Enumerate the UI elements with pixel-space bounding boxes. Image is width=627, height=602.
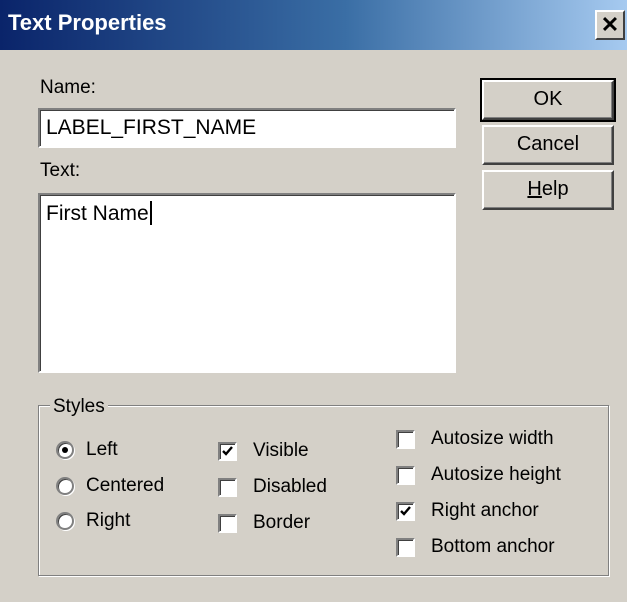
radio-centered[interactable]: Centered — [56, 475, 164, 497]
checkbox-border-label: Border — [253, 512, 311, 533]
checkmark-icon — [400, 505, 411, 516]
checkbox-autosize-width[interactable]: Autosize width — [396, 428, 554, 450]
checkbox-bottom-anchor-box — [396, 537, 415, 557]
ok-button[interactable]: OK — [480, 78, 616, 122]
radio-centered-indicator — [56, 477, 74, 495]
cancel-button-label: Cancel — [516, 133, 580, 155]
radio-left[interactable]: Left — [56, 439, 118, 461]
radio-right-label: Right — [86, 510, 131, 531]
checkbox-autosize-height-box — [396, 465, 415, 485]
checkbox-right-anchor-label: Right anchor — [431, 500, 539, 521]
checkbox-disabled[interactable]: Disabled — [218, 476, 327, 498]
checkbox-right-anchor[interactable]: Right anchor — [396, 500, 539, 522]
checkbox-visible-label: Visible — [253, 440, 309, 461]
checkbox-autosize-height[interactable]: Autosize height — [396, 464, 561, 486]
radio-right[interactable]: Right — [56, 510, 130, 532]
checkbox-disabled-box — [218, 477, 237, 497]
text-label: Text: — [40, 160, 81, 181]
styles-legend: Styles — [50, 396, 108, 418]
cancel-button[interactable]: Cancel — [482, 125, 614, 165]
help-button-label: elp — [541, 178, 569, 200]
dialog-title: Text Properties — [8, 10, 167, 35]
checkbox-right-anchor-box — [396, 501, 415, 521]
checkbox-bottom-anchor[interactable]: Bottom anchor — [396, 536, 555, 558]
checkbox-disabled-label: Disabled — [253, 476, 327, 497]
ok-button-label: OK — [533, 88, 563, 110]
name-input-value: LABEL_FIRST_NAME — [46, 116, 257, 139]
radio-right-indicator — [56, 512, 74, 530]
name-input[interactable]: LABEL_FIRST_NAME — [38, 108, 456, 148]
close-icon: ✕ — [600, 12, 620, 37]
checkbox-autosize-width-label: Autosize width — [431, 428, 554, 449]
close-button[interactable]: ✕ — [595, 10, 625, 40]
text-textarea[interactable]: First Name — [38, 193, 456, 373]
radio-centered-label: Centered — [86, 475, 165, 496]
radio-left-indicator — [56, 441, 74, 459]
title-bar[interactable]: Text Properties ✕ — [0, 0, 627, 50]
checkbox-autosize-width-box — [396, 429, 415, 449]
radio-left-label: Left — [86, 439, 118, 460]
text-properties-dialog: Text Properties ✕ Name: LABEL_FIRST_NAME… — [0, 0, 627, 602]
checkbox-visible-box — [218, 441, 237, 461]
text-caret — [149, 201, 152, 225]
checkmark-icon — [222, 445, 233, 456]
checkbox-bottom-anchor-label: Bottom anchor — [431, 536, 555, 557]
name-label: Name: — [40, 77, 96, 98]
help-button-mnemonic: H — [527, 178, 542, 200]
checkbox-visible[interactable]: Visible — [218, 440, 309, 462]
checkbox-border-box — [218, 513, 237, 533]
checkbox-autosize-height-label: Autosize height — [431, 464, 561, 485]
checkbox-border[interactable]: Border — [218, 512, 310, 534]
text-textarea-value: First Name — [46, 202, 149, 225]
help-button[interactable]: Help — [482, 170, 614, 210]
